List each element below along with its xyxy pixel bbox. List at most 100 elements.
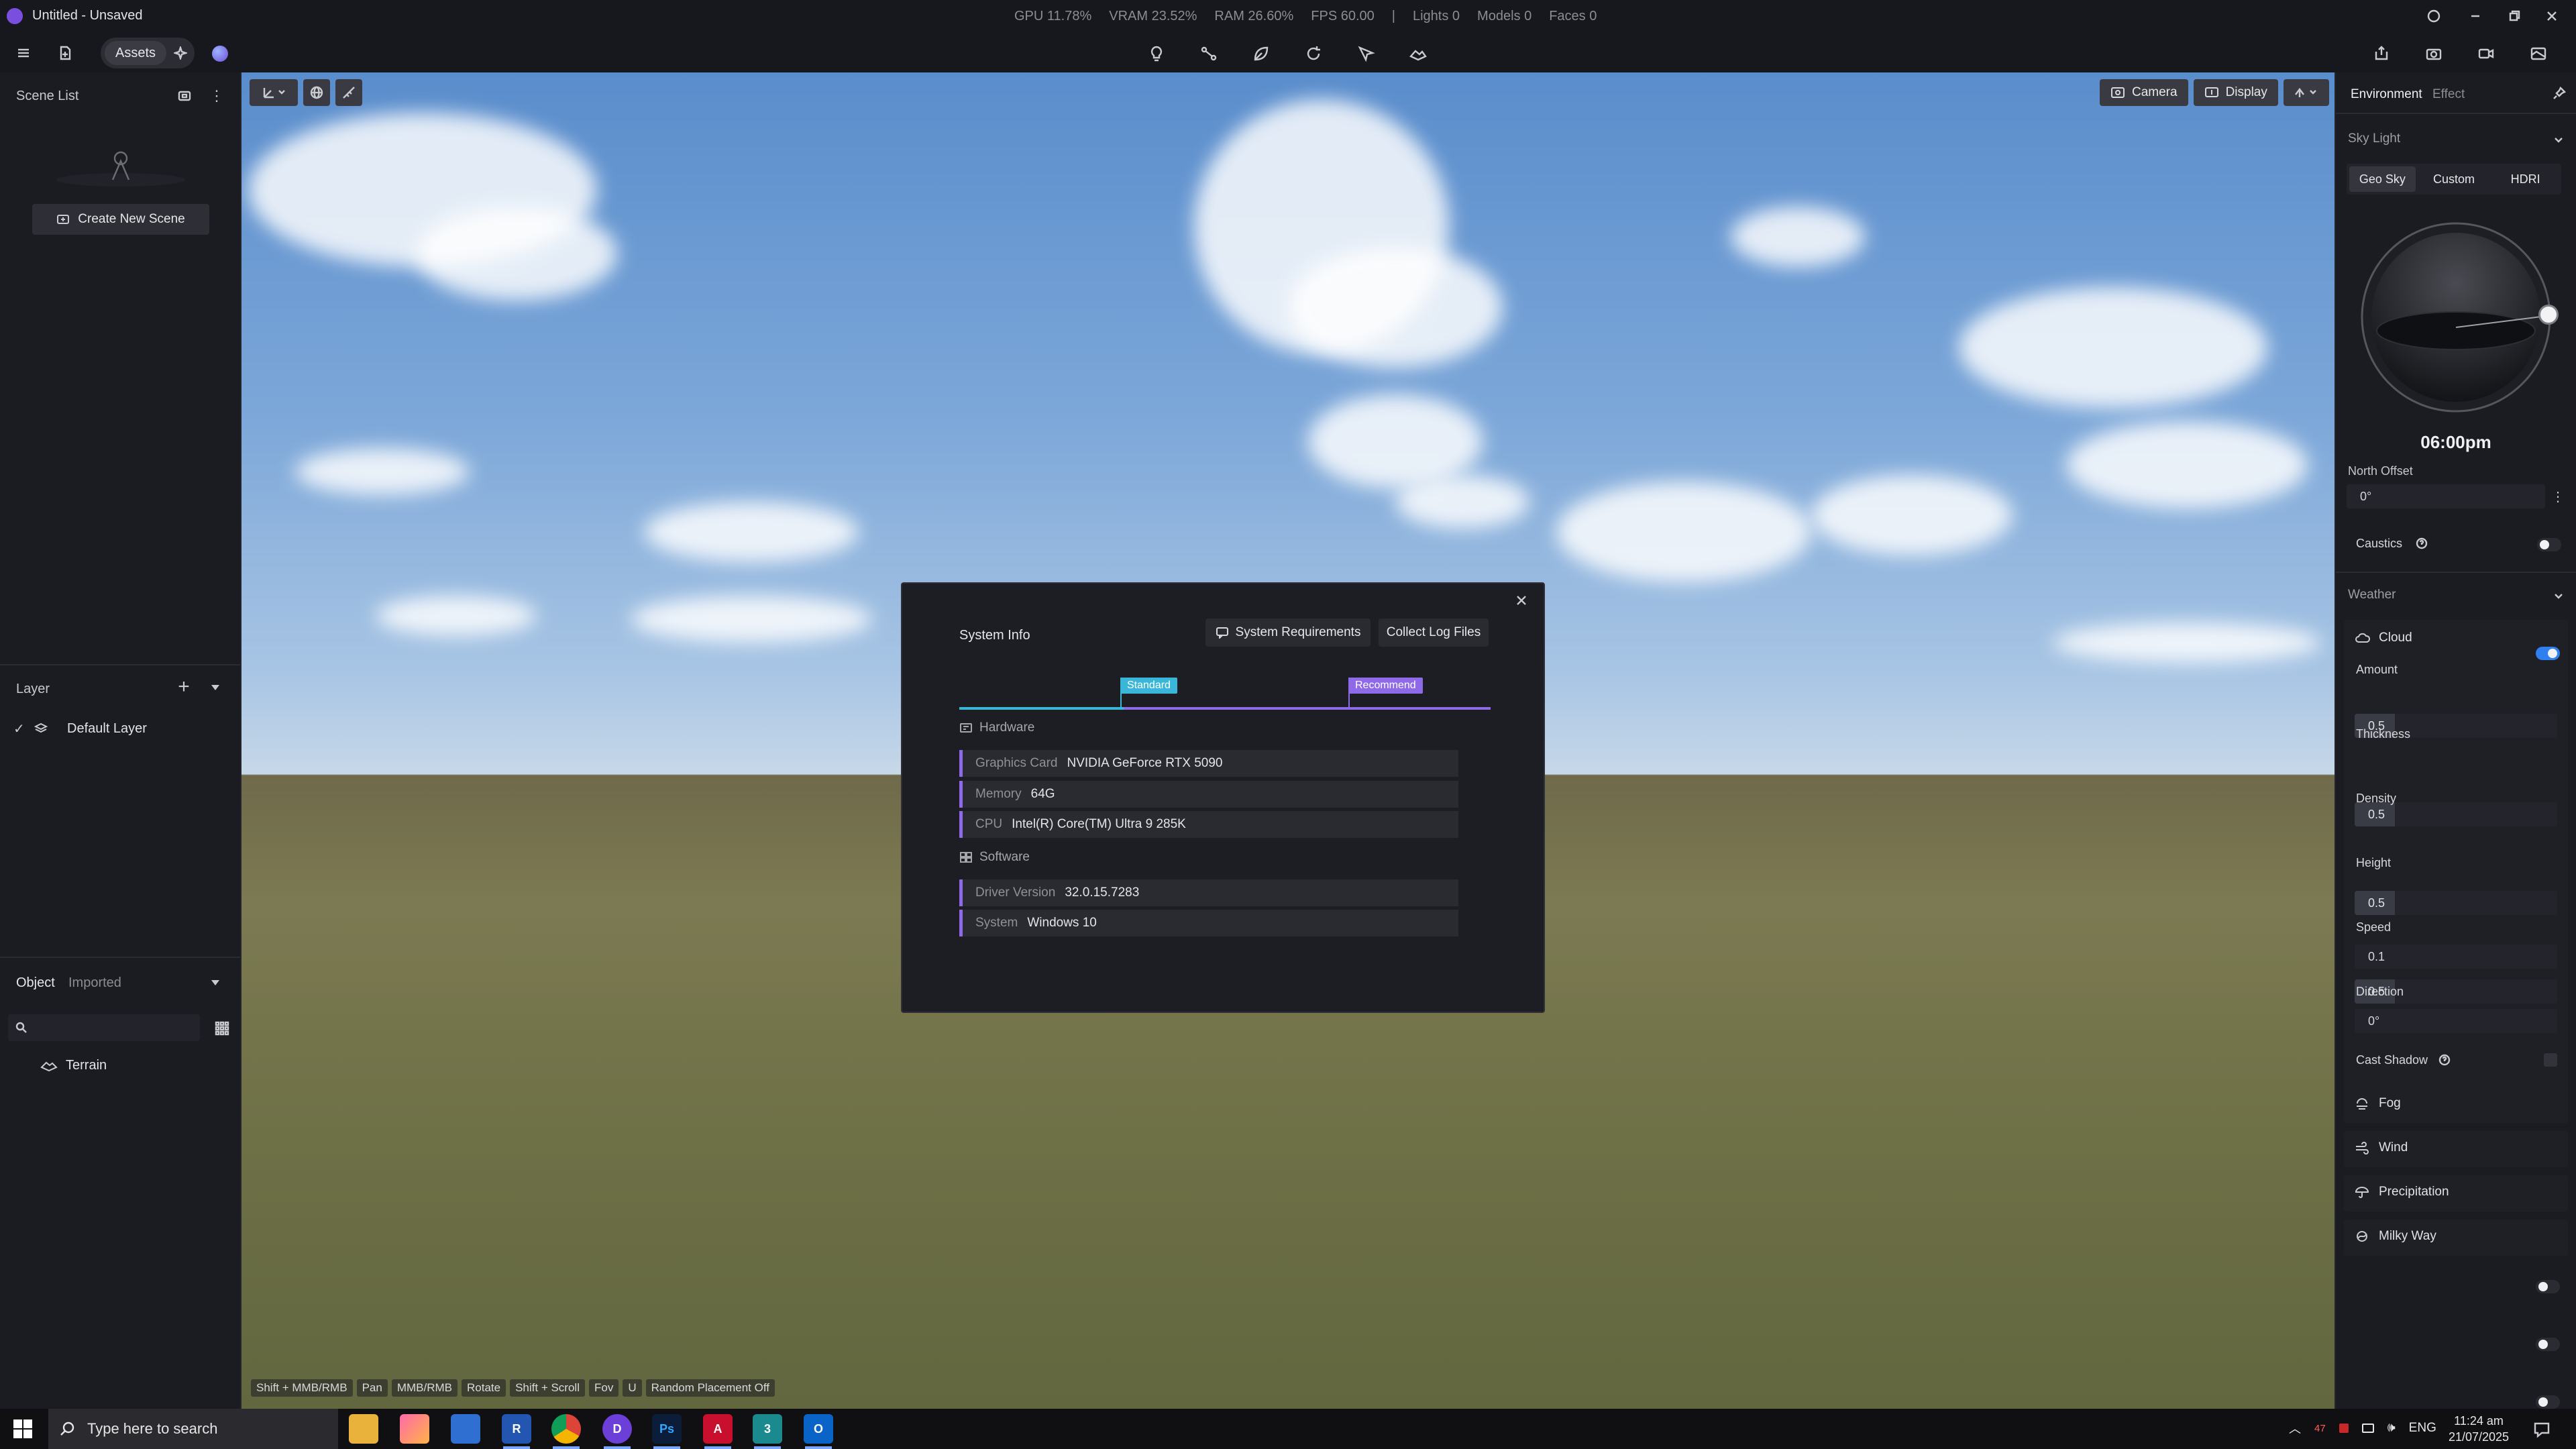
camera-icon[interactable] — [2420, 40, 2447, 67]
revit-icon[interactable]: R — [502, 1414, 531, 1444]
path-tool-icon[interactable] — [1195, 40, 1222, 67]
speed-field[interactable]: 0.1 — [2355, 945, 2557, 969]
hint-key: MMB/RMB — [391, 1379, 458, 1397]
caustics-toggle[interactable] — [2537, 538, 2561, 551]
brush-select-icon[interactable] — [1352, 40, 1379, 67]
photoshop-icon[interactable]: Ps — [652, 1414, 682, 1444]
hint-key: Shift + Scroll — [510, 1379, 585, 1397]
hardware-header: Hardware — [959, 720, 1034, 735]
terrain-tool-icon[interactable] — [1405, 40, 1432, 67]
leaf-icon[interactable] — [1248, 40, 1275, 67]
grid-view-icon[interactable] — [211, 1017, 233, 1040]
collect-log-files-button[interactable]: Collect Log Files — [1379, 619, 1489, 647]
scene-capture-icon[interactable] — [174, 86, 195, 106]
hint-key: Shift + MMB/RMB — [251, 1379, 353, 1397]
check-icon[interactable]: ✓ — [13, 720, 34, 737]
wind-toggle[interactable] — [2536, 1280, 2560, 1293]
taskbar-search[interactable]: Type here to search — [48, 1409, 338, 1449]
camera-button[interactable]: Camera — [2100, 79, 2188, 106]
hint-action: Random Placement Off — [645, 1379, 775, 1397]
fog-icon — [2355, 1097, 2369, 1110]
start-button[interactable] — [12, 1418, 34, 1440]
row-value: Windows 10 — [1027, 916, 1097, 930]
tab-effect[interactable]: Effect — [2432, 87, 2465, 102]
ai-orb-icon[interactable] — [212, 46, 228, 62]
chevron-down-icon[interactable] — [2551, 588, 2567, 604]
volume-icon[interactable]: 🕪 — [2387, 1421, 2396, 1436]
add-layer-icon[interactable]: + — [173, 676, 195, 698]
object-search[interactable] — [8, 1014, 200, 1041]
sun-position-dial[interactable] — [2359, 220, 2559, 415]
caustics-help-icon[interactable] — [2414, 535, 2430, 551]
chrome-icon[interactable] — [551, 1414, 581, 1444]
restore-button[interactable] — [2505, 7, 2524, 25]
photos-app-icon[interactable] — [400, 1414, 429, 1444]
d5-render-icon[interactable]: D — [602, 1414, 632, 1444]
file-explorer-icon[interactable] — [349, 1414, 378, 1444]
render-mode-dropdown-icon[interactable] — [2283, 79, 2329, 106]
close-dialog-icon[interactable] — [1511, 590, 1532, 610]
clock[interactable]: 11:24 am 21/07/2025 — [2442, 1413, 2516, 1445]
network-icon[interactable] — [2361, 1424, 2374, 1433]
share-icon[interactable] — [2368, 40, 2395, 67]
help-icon[interactable] — [2424, 7, 2443, 25]
sky-mode-hdri[interactable]: HDRI — [2492, 166, 2559, 192]
density-slider[interactable]: 0.5 — [2355, 891, 2557, 915]
north-offset-field[interactable]: 0° — [2347, 484, 2545, 508]
cast-shadow-help-icon[interactable] — [2436, 1052, 2453, 1068]
scene-more-icon[interactable]: ⋮ — [207, 86, 227, 106]
assets-toggle[interactable]: Assets — [101, 38, 195, 68]
tab-environment[interactable]: Environment — [2351, 87, 2422, 102]
viewport-left-controls — [250, 79, 362, 106]
panorama-icon[interactable] — [2525, 40, 2552, 67]
menu-icon[interactable] — [12, 42, 35, 64]
language-indicator[interactable]: ENG — [2409, 1421, 2436, 1436]
new-file-icon[interactable] — [54, 42, 76, 64]
sky-mode-custom[interactable]: Custom — [2421, 166, 2487, 192]
object-filter-icon[interactable] — [205, 973, 225, 993]
close-window-button[interactable] — [2542, 7, 2561, 25]
create-new-scene-button[interactable]: Create New Scene — [32, 204, 209, 235]
tray-temperature[interactable]: 47 — [2314, 1423, 2326, 1434]
assets-button[interactable]: Assets — [105, 41, 166, 65]
tray-app-icon[interactable] — [2339, 1424, 2349, 1433]
globe-icon[interactable] — [303, 79, 330, 106]
thickness-slider[interactable]: 0.5 — [2355, 802, 2557, 826]
sun-handle-icon[interactable] — [2538, 305, 2559, 325]
direction-field[interactable]: 0° — [2355, 1009, 2557, 1033]
sparkle-icon[interactable] — [170, 43, 191, 63]
rotate-tool-icon[interactable] — [1300, 40, 1327, 67]
active-app-indicator — [553, 1446, 580, 1449]
stat-lights: Lights 0 — [1412, 9, 1460, 23]
app-icon[interactable] — [451, 1414, 480, 1444]
stat-fps: FPS 60.00 — [1311, 9, 1375, 23]
axis-dropdown-icon[interactable] — [250, 79, 298, 106]
system-requirements-button[interactable]: System Requirements — [1205, 619, 1371, 647]
north-offset-more-icon[interactable]: ⋮ — [2548, 486, 2568, 507]
3ds-max-icon[interactable]: 3 — [753, 1414, 782, 1444]
chevron-down-icon[interactable] — [2551, 131, 2567, 148]
tab-object[interactable]: Object — [16, 975, 55, 991]
object-item[interactable]: Terrain — [40, 1053, 107, 1077]
left-panel: Scene List ⋮ Create New Scene Layer + ✓ … — [0, 72, 241, 1409]
display-button[interactable]: Display — [2193, 79, 2278, 106]
active-app-indicator — [754, 1446, 781, 1449]
sky-mode-geo-sky[interactable]: Geo Sky — [2349, 166, 2416, 192]
layer-item[interactable]: ✓ Default Layer — [13, 715, 228, 742]
tray-chevron-up-icon[interactable]: ︿ — [2289, 1419, 2301, 1437]
layer-filter-icon[interactable] — [205, 678, 225, 698]
notification-icon[interactable] — [2530, 1418, 2553, 1441]
minimize-button[interactable] — [2466, 7, 2485, 25]
milky-way-toggle[interactable] — [2536, 1395, 2560, 1409]
cloud-toggle[interactable] — [2536, 647, 2560, 660]
measure-icon[interactable] — [335, 79, 362, 106]
milky-way-row: Milky Way — [2355, 1229, 2436, 1244]
cast-shadow-checkbox[interactable] — [2544, 1053, 2557, 1067]
autocad-icon[interactable]: A — [703, 1414, 733, 1444]
tab-imported[interactable]: Imported — [68, 975, 121, 991]
precipitation-toggle[interactable] — [2536, 1338, 2560, 1351]
outlook-icon[interactable]: O — [804, 1414, 833, 1444]
video-icon[interactable] — [2473, 40, 2500, 67]
pin-icon[interactable] — [2549, 83, 2569, 103]
light-bulb-icon[interactable] — [1143, 40, 1170, 67]
